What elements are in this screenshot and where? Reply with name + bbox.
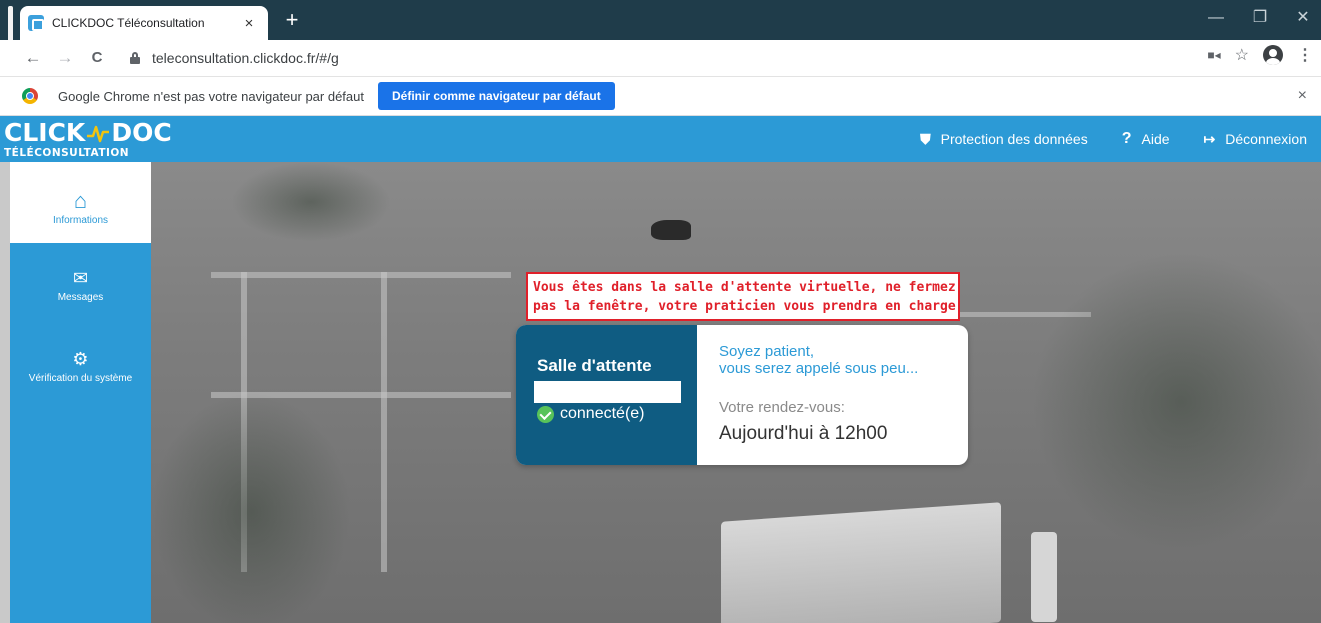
sidebar-item-label: Vérification du système [28, 373, 133, 384]
toolbar-actions: ■◂ ☆ ⋮ [1207, 45, 1313, 65]
notice-line-1: Vous êtes dans la salle d'attente virtue… [533, 280, 956, 295]
infobar-close-icon[interactable]: × [1298, 87, 1307, 105]
browser-tab-strip: CLICKDOC Téléconsultation × + — ❐ ✕ [0, 0, 1321, 40]
gear-icon: ⚙ [72, 349, 89, 369]
appointment-label: Votre rendez-vous: [719, 399, 845, 416]
sidebar-item-label: Messages [57, 292, 104, 303]
menu-dots-icon[interactable]: ⋮ [1297, 45, 1313, 65]
help-label: Aide [1141, 131, 1170, 147]
browser-tab[interactable]: CLICKDOC Téléconsultation × [20, 6, 268, 40]
sidebar-item-informations[interactable]: ⌂ Informations [10, 162, 151, 243]
clickdoc-logo[interactable]: CLICK DOC TÉLÉCONSULTATION [4, 118, 172, 159]
default-browser-infobar: Google Chrome n'est pas votre navigateur… [0, 76, 1321, 116]
waiting-room-notice: Vous êtes dans la salle d'attente virtue… [526, 272, 960, 321]
infobar-message: Google Chrome n'est pas votre navigateur… [58, 88, 364, 104]
reload-icon[interactable]: C [84, 45, 110, 71]
url-text[interactable]: teleconsultation.clickdoc.fr/#/g [152, 50, 339, 66]
question-icon: ? [1121, 130, 1132, 147]
window-close-button[interactable]: ✕ [1283, 4, 1321, 32]
minimize-button[interactable]: — [1196, 4, 1236, 32]
card-status-panel: Salle d'attente connecté(e) [516, 325, 697, 465]
sidebar-item-label: Informations [52, 215, 109, 226]
shield-icon: ⛊ [920, 130, 931, 147]
restore-button[interactable]: ❐ [1240, 4, 1280, 32]
left-edge [0, 162, 10, 623]
header-nav: ⛊ Protection des données ? Aide ↦ Déconn… [920, 116, 1307, 162]
chrome-logo-icon [22, 88, 38, 104]
set-default-browser-button[interactable]: Définir comme navigateur par défaut [378, 82, 615, 110]
logo-subtitle: TÉLÉCONSULTATION [4, 147, 130, 159]
bookmark-star-icon[interactable]: ☆ [1235, 45, 1249, 65]
envelope-icon: ✉ [72, 268, 89, 288]
appointment-time: Aujourd'hui à 12h00 [719, 423, 888, 444]
patient-name-field [534, 381, 681, 403]
lock-icon [130, 52, 140, 64]
tab-edge [8, 6, 13, 40]
waiting-room-card: Salle d'attente connecté(e) Soyez patien… [516, 325, 968, 465]
notice-line-2: pas la fenêtre, votre praticien vous pre… [533, 299, 956, 314]
app-header: CLICK DOC TÉLÉCONSULTATION ⛊ Protection … [0, 116, 1321, 162]
data-protection-label: Protection des données [940, 131, 1088, 147]
help-link[interactable]: ? Aide [1122, 130, 1170, 148]
sidebar: ⌂ Informations ✉ Messages ⚙ Vérification… [10, 162, 151, 623]
forward-arrow-icon[interactable]: → [52, 45, 78, 71]
profile-avatar-icon[interactable] [1263, 45, 1283, 65]
check-circle-icon [537, 405, 554, 423]
card-info-panel: Soyez patient, vous serez appelé sous pe… [697, 325, 968, 465]
patience-message-2: vous serez appelé sous peu... [719, 360, 919, 377]
connection-status: connecté(e) [537, 405, 645, 423]
home-icon: ⌂ [73, 188, 88, 213]
sidebar-item-system-check[interactable]: ⚙ Vérification du système [10, 348, 151, 388]
back-arrow-icon[interactable]: ← [20, 45, 46, 71]
clickdoc-favicon-icon [28, 15, 44, 31]
pulse-logo-icon [87, 125, 110, 142]
logo-text-doc: DOC [111, 118, 172, 147]
waiting-room-title: Salle d'attente [537, 356, 652, 375]
tab-title: CLICKDOC Téléconsultation [52, 16, 205, 30]
logo-text-click: CLICK [4, 118, 86, 147]
patience-message-1: Soyez patient, [719, 343, 815, 360]
logout-label: Déconnexion [1225, 131, 1307, 147]
logout-icon: ↦ [1203, 130, 1216, 147]
sidebar-item-messages[interactable]: ✉ Messages [10, 267, 151, 307]
connection-status-text: connecté(e) [560, 405, 645, 422]
camera-icon[interactable]: ■◂ [1207, 48, 1220, 62]
logout-link[interactable]: ↦ Déconnexion [1204, 131, 1307, 148]
browser-toolbar: ← → C teleconsultation.clickdoc.fr/#/g ■… [0, 40, 1321, 76]
new-tab-button[interactable]: + [278, 6, 306, 34]
tab-close-icon[interactable]: × [238, 15, 260, 32]
data-protection-link[interactable]: ⛊ Protection des données [920, 131, 1088, 148]
address-bar[interactable]: teleconsultation.clickdoc.fr/#/g [130, 45, 339, 71]
